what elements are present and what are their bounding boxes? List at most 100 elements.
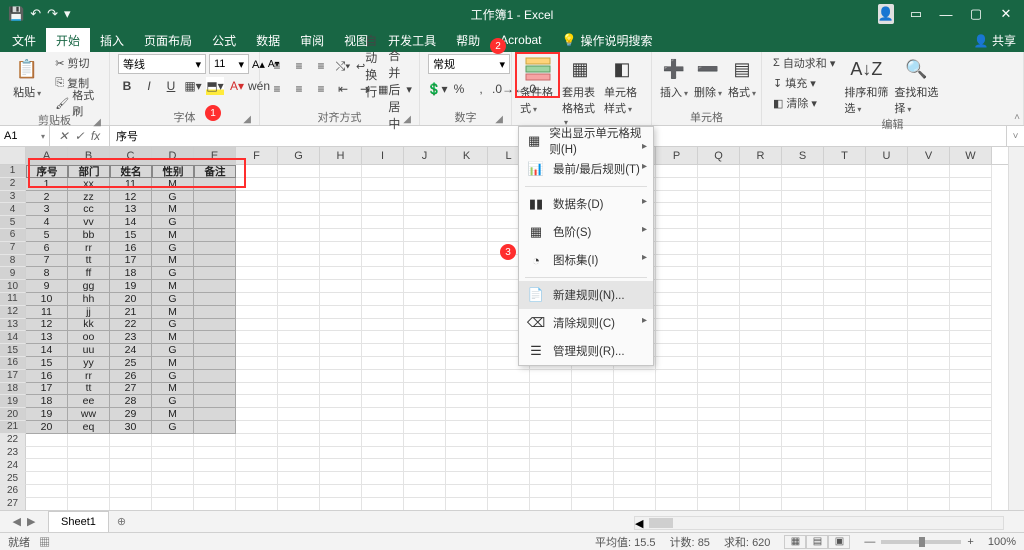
- cell[interactable]: [362, 267, 404, 280]
- cell[interactable]: [404, 459, 446, 472]
- cell[interactable]: rr: [68, 242, 110, 255]
- cell[interactable]: [950, 370, 992, 383]
- cell[interactable]: [656, 165, 698, 178]
- cell[interactable]: [236, 498, 278, 510]
- cell[interactable]: [446, 293, 488, 306]
- cell[interactable]: [950, 280, 992, 293]
- cell[interactable]: [362, 383, 404, 396]
- cell[interactable]: [572, 408, 614, 421]
- select-all-corner[interactable]: [0, 147, 26, 165]
- cell[interactable]: [362, 408, 404, 421]
- cell[interactable]: 16: [26, 370, 68, 383]
- cell[interactable]: [908, 319, 950, 332]
- cell[interactable]: [572, 447, 614, 460]
- cell[interactable]: [194, 229, 236, 242]
- save-icon[interactable]: 💾: [8, 6, 24, 22]
- cell[interactable]: [782, 242, 824, 255]
- cell[interactable]: [782, 421, 824, 434]
- cell[interactable]: [656, 421, 698, 434]
- zoom-slider[interactable]: — +: [864, 536, 973, 548]
- cell[interactable]: [824, 459, 866, 472]
- cell[interactable]: [656, 459, 698, 472]
- cell[interactable]: [404, 344, 446, 357]
- cell[interactable]: [362, 319, 404, 332]
- vertical-scrollbar[interactable]: [1008, 147, 1024, 510]
- cell[interactable]: [740, 498, 782, 510]
- cell[interactable]: [824, 357, 866, 370]
- cell[interactable]: [824, 203, 866, 216]
- cell[interactable]: [278, 267, 320, 280]
- cell[interactable]: [656, 203, 698, 216]
- account-avatar[interactable]: 👤: [878, 4, 894, 24]
- cell[interactable]: [278, 203, 320, 216]
- col-header-S[interactable]: S: [782, 147, 824, 164]
- cell[interactable]: [278, 421, 320, 434]
- cell[interactable]: [572, 370, 614, 383]
- menu-highlight-rules[interactable]: ▦突出显示单元格规则(H): [519, 127, 653, 155]
- cell[interactable]: [320, 331, 362, 344]
- cell[interactable]: [404, 408, 446, 421]
- cell[interactable]: [656, 434, 698, 447]
- cell[interactable]: 性别: [152, 165, 194, 178]
- row-header[interactable]: 21: [0, 421, 26, 434]
- cell[interactable]: [656, 319, 698, 332]
- tab-formulas[interactable]: 公式: [202, 28, 246, 52]
- cell[interactable]: [362, 255, 404, 268]
- cell[interactable]: [782, 331, 824, 344]
- cell[interactable]: 12: [110, 191, 152, 204]
- cell[interactable]: ww: [68, 408, 110, 421]
- cell[interactable]: [824, 421, 866, 434]
- cell[interactable]: [446, 178, 488, 191]
- cell[interactable]: 24: [110, 344, 152, 357]
- cell[interactable]: [362, 370, 404, 383]
- cell[interactable]: [278, 472, 320, 485]
- cell[interactable]: [446, 306, 488, 319]
- cell[interactable]: [152, 459, 194, 472]
- cell[interactable]: 20: [110, 293, 152, 306]
- cell[interactable]: 26: [110, 370, 152, 383]
- cell[interactable]: G: [152, 242, 194, 255]
- menu-new-rule[interactable]: 📄新建规则(N)...: [519, 281, 653, 309]
- cell[interactable]: 20: [26, 421, 68, 434]
- cell[interactable]: [656, 408, 698, 421]
- cell[interactable]: [782, 229, 824, 242]
- cell[interactable]: [698, 498, 740, 510]
- cell[interactable]: [908, 280, 950, 293]
- cell[interactable]: [320, 306, 362, 319]
- cell[interactable]: M: [152, 331, 194, 344]
- sort-filter-button[interactable]: A↓Z排序和筛选: [844, 54, 888, 116]
- cell[interactable]: [740, 383, 782, 396]
- cell[interactable]: [950, 459, 992, 472]
- cell[interactable]: jj: [68, 306, 110, 319]
- row-header[interactable]: 3: [0, 191, 26, 204]
- name-box[interactable]: A1: [0, 126, 50, 146]
- cell[interactable]: [866, 242, 908, 255]
- delete-cells-button[interactable]: ➖删除: [694, 54, 722, 100]
- cell[interactable]: [110, 485, 152, 498]
- cell[interactable]: [194, 447, 236, 460]
- cell[interactable]: [152, 434, 194, 447]
- cell[interactable]: [236, 280, 278, 293]
- cell[interactable]: [236, 216, 278, 229]
- cell[interactable]: eq: [68, 421, 110, 434]
- cell[interactable]: [782, 306, 824, 319]
- cell[interactable]: [278, 178, 320, 191]
- cell[interactable]: 15: [110, 229, 152, 242]
- cell[interactable]: [446, 498, 488, 510]
- cell[interactable]: 14: [110, 216, 152, 229]
- cell[interactable]: [698, 255, 740, 268]
- cell[interactable]: [278, 293, 320, 306]
- cell[interactable]: [404, 319, 446, 332]
- row-header[interactable]: 17: [0, 370, 26, 383]
- cell[interactable]: [950, 434, 992, 447]
- cell[interactable]: [740, 357, 782, 370]
- cell[interactable]: [236, 203, 278, 216]
- cell[interactable]: [278, 408, 320, 421]
- cell[interactable]: [236, 395, 278, 408]
- cell[interactable]: M: [152, 306, 194, 319]
- cell[interactable]: [782, 344, 824, 357]
- ribbon-options-icon[interactable]: ▭: [908, 6, 924, 22]
- find-select-button[interactable]: 🔍查找和选择: [894, 54, 938, 116]
- cell[interactable]: [362, 293, 404, 306]
- menu-clear-rules[interactable]: ⌫清除规则(C): [519, 309, 653, 337]
